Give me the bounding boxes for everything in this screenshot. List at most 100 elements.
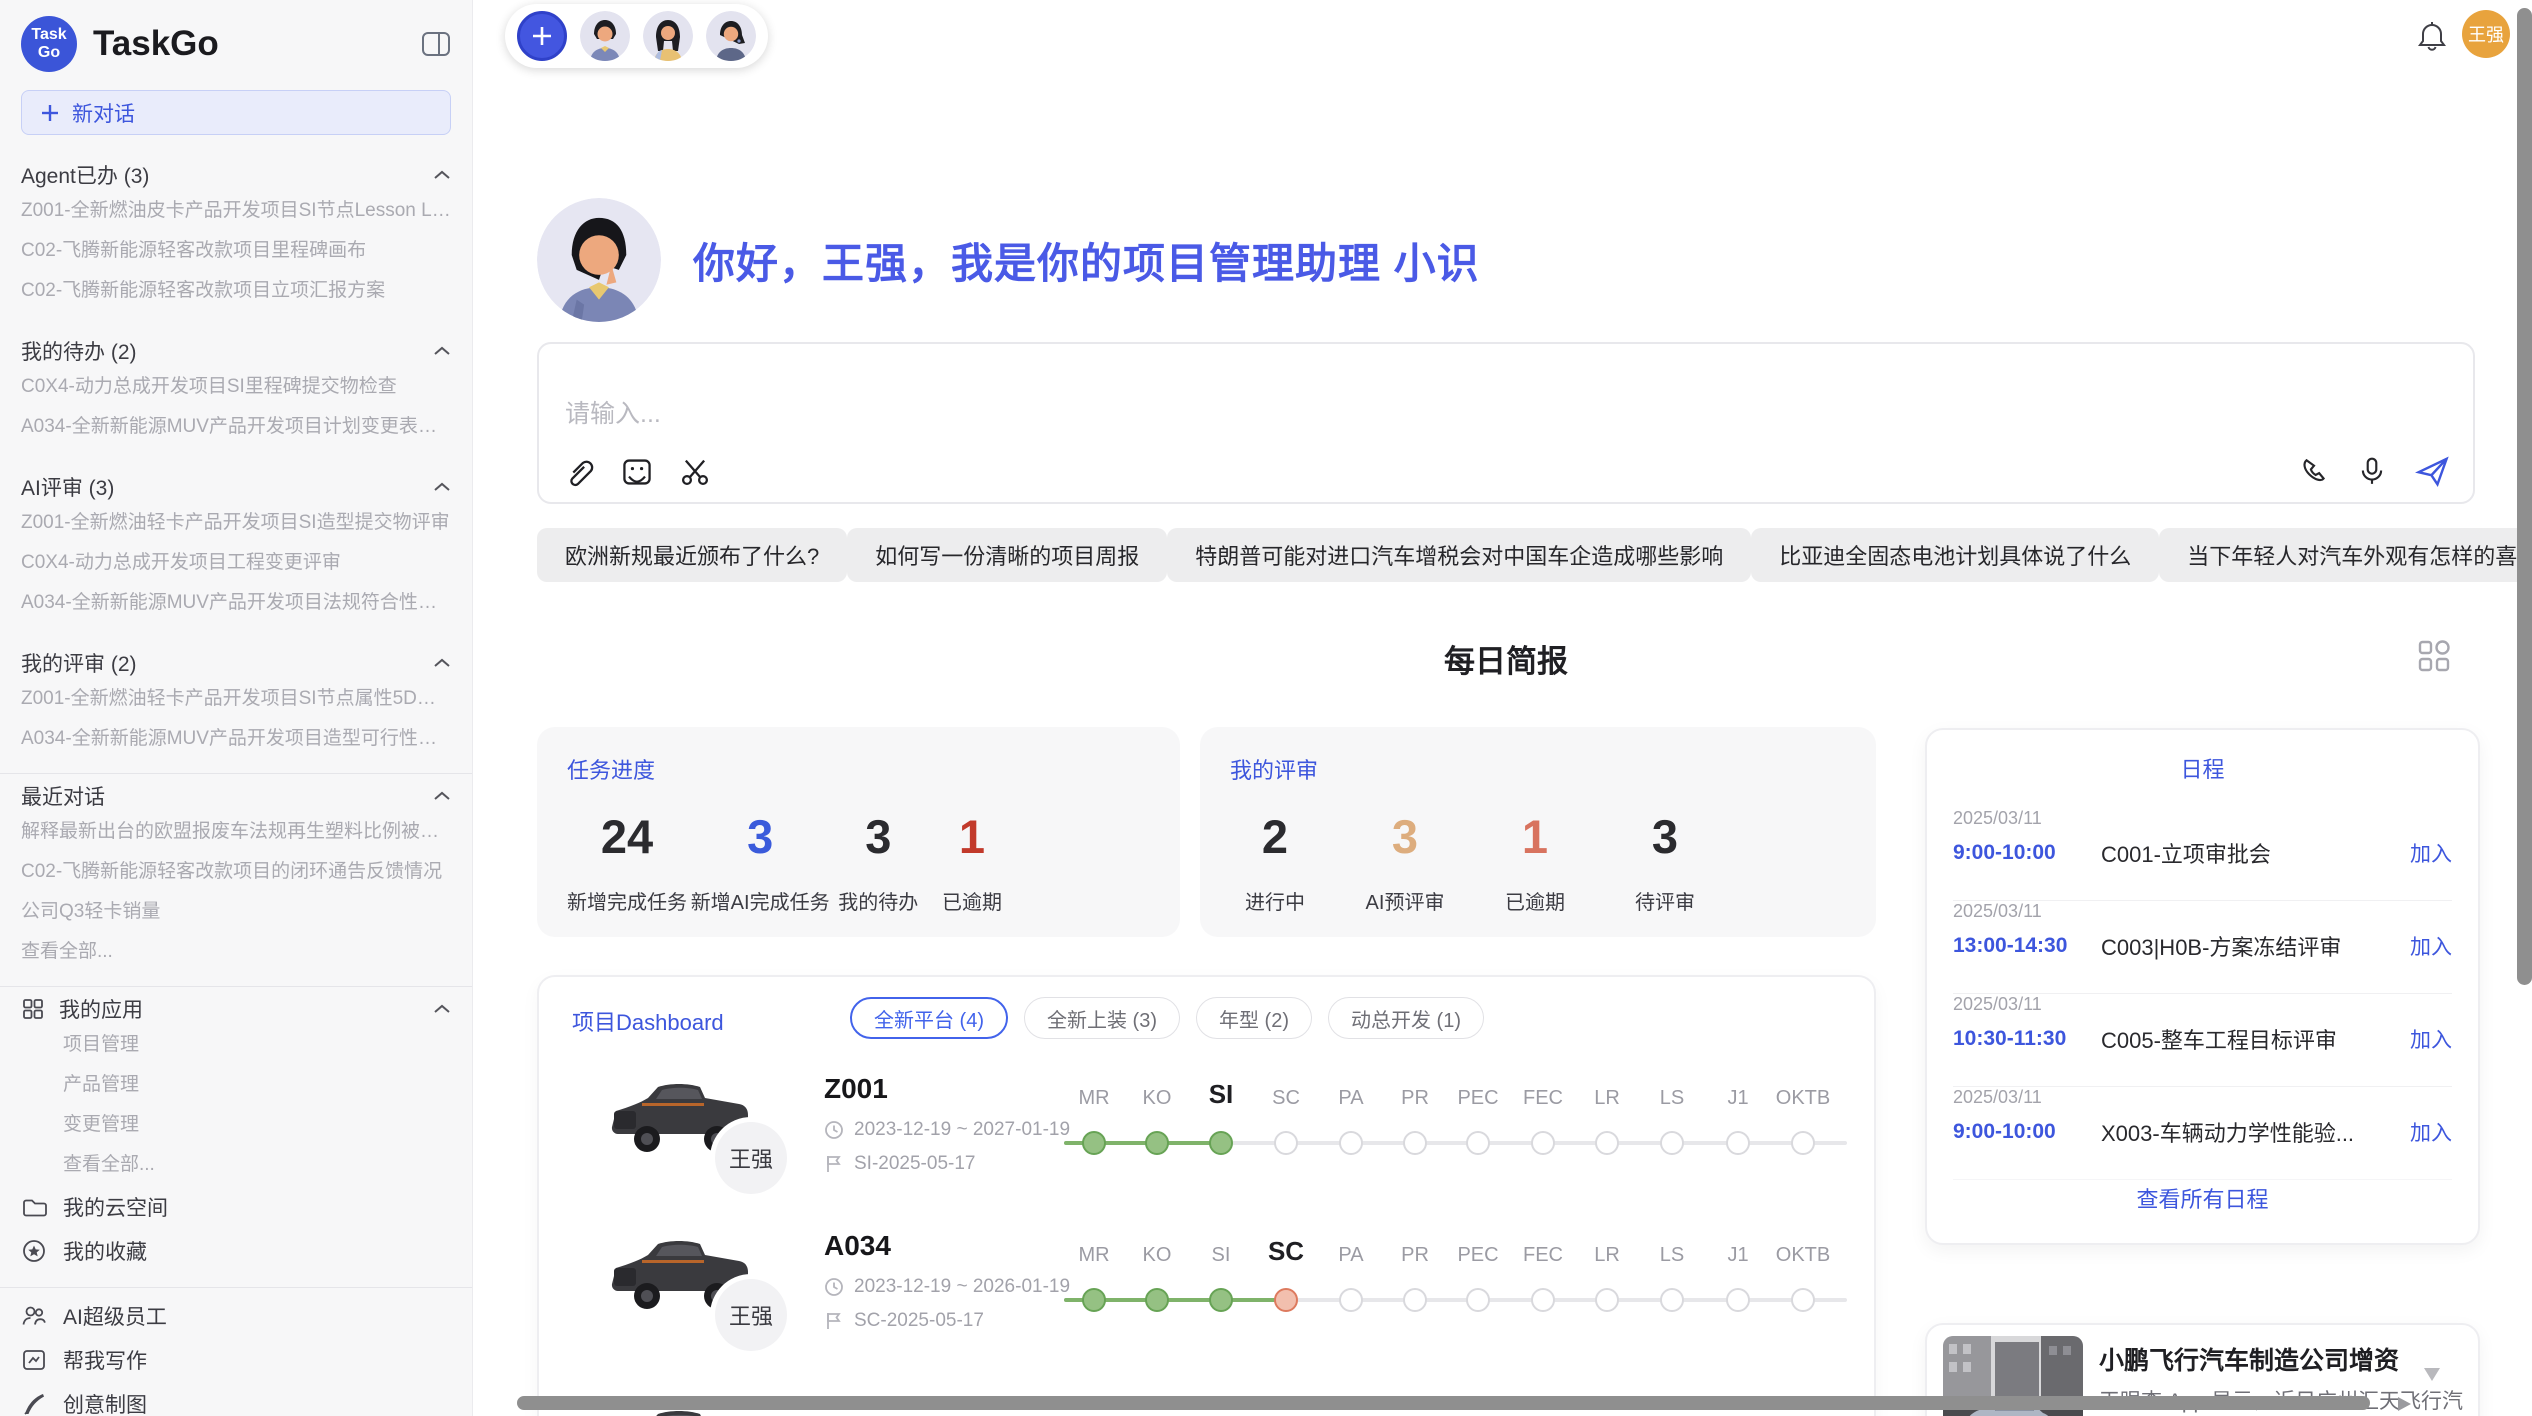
session-avatar-1[interactable] — [580, 11, 630, 61]
assistant-avatar — [537, 198, 661, 322]
event-time: 10:30-11:30 — [1953, 1027, 2101, 1051]
section-header-ai-review[interactable]: AI评审 (3) — [21, 471, 451, 503]
sidebar-item-cloud-space[interactable]: 我的云空间 — [21, 1185, 451, 1229]
join-button[interactable]: 加入 — [2410, 1024, 2452, 1054]
node-text: SC-2025-05-17 — [854, 1310, 984, 1332]
section-header-agent-done[interactable]: Agent已办 (3) — [21, 159, 451, 191]
milestone-label-current: SI — [1209, 1079, 1234, 1110]
suggestion-chip[interactable]: 特朗普可能对进口汽车增税会对中国车企造成哪些影响 — [1167, 528, 1751, 582]
clock-icon — [824, 1277, 844, 1297]
sidebar-item-creative-drawing[interactable]: 创意制图 — [21, 1382, 451, 1416]
milestone-dot — [1403, 1131, 1427, 1155]
sidebar-item[interactable]: C02-飞腾新能源轻客改款项目里程碑画布 — [21, 231, 451, 271]
stat-value: 2 — [1262, 809, 1288, 864]
user-avatar[interactable]: 王强 — [2462, 10, 2510, 58]
sidebar-item[interactable]: Z001-全新燃油皮卡产品开发项目SI节点Lesson Learn报告 — [21, 191, 451, 231]
milestone-dot — [1531, 1131, 1555, 1155]
event-date: 2025/03/11 — [1953, 1087, 2452, 1108]
schedule-event: 2025/03/11 9:00-10:00 X003-车辆动力学性能验... 加… — [1953, 1087, 2452, 1180]
recent-view-all[interactable]: 查看全部... — [21, 932, 451, 972]
join-button[interactable]: 加入 — [2410, 931, 2452, 961]
stat-value: 3 — [865, 809, 891, 864]
sidebar-item[interactable]: C0X4-动力总成开发项目工程变更评审 — [21, 543, 451, 583]
milestone-label: LS — [1660, 1087, 1684, 1110]
scroll-down-arrow[interactable] — [2424, 1368, 2440, 1381]
chat-input[interactable] — [565, 392, 2065, 436]
filter-all-new-platform[interactable]: 全新平台 (4) — [850, 997, 1008, 1039]
session-switcher — [505, 4, 768, 68]
filter-model-year[interactable]: 年型 (2) — [1196, 997, 1312, 1039]
milestone-label: PR — [1401, 1087, 1429, 1110]
stat-overdue: 1 已逾期 — [927, 809, 1017, 915]
sidebar: Task Go TaskGo 新对话 Agent已办 (3) Z001-全新燃油… — [0, 0, 473, 1416]
divider — [0, 986, 472, 987]
new-chat-button[interactable]: 新对话 — [21, 90, 451, 135]
milestone-dot — [1660, 1131, 1684, 1155]
briefing-layout-icon[interactable] — [2416, 638, 2452, 674]
filter-new-upfit[interactable]: 全新上装 (3) — [1024, 997, 1180, 1039]
sidebar-item[interactable]: Z001-全新燃油轻卡产品开发项目SI节点属性5D文件评审 — [21, 679, 451, 719]
join-button[interactable]: 加入 — [2410, 1117, 2452, 1147]
project-row-a034[interactable]: 王强 A034 2023-12-19 ~ 2026-01-19 SC-2025-… — [539, 1222, 1874, 1372]
session-avatar-2[interactable] — [643, 11, 693, 61]
sidebar-item-ai-super-staff[interactable]: AI超级员工 — [21, 1294, 451, 1338]
recent-chat-item[interactable]: C02-飞腾新能源轻客改款项目的闭环通告反馈情况 — [21, 852, 451, 892]
node-text: SI-2025-05-17 — [854, 1153, 975, 1175]
recent-chat-item[interactable]: 公司Q3轻卡销量 — [21, 892, 451, 932]
sidebar-collapse-icon[interactable] — [421, 31, 451, 57]
scroll-right-arrow[interactable] — [2398, 1397, 2411, 1411]
event-name: C005-整车工程目标评审 — [2101, 1023, 2410, 1055]
sidebar-item[interactable]: A034-全新新能源MUV产品开发项目法规符合性评审 — [21, 583, 451, 623]
section-header-my-review[interactable]: 我的评审 (2) — [21, 647, 451, 679]
add-session-button[interactable] — [517, 11, 567, 61]
scissors-icon[interactable] — [679, 456, 711, 488]
write-icon — [21, 1347, 47, 1373]
project-row-z001[interactable]: 王强 Z001 2023-12-19 ~ 2027-01-19 SI-2025-… — [539, 1065, 1874, 1215]
sidebar-item-help-me-write[interactable]: 帮我写作 — [21, 1338, 451, 1382]
notifications-bell-icon[interactable] — [2416, 20, 2448, 54]
section-header-my-apps[interactable]: 我的应用 — [21, 993, 451, 1025]
stat-my-todo: 3 我的待办 — [833, 809, 923, 915]
horizontal-scrollbar[interactable] — [517, 1396, 2370, 1410]
sidebar-item[interactable]: C02-飞腾新能源轻客改款项目立项汇报方案 — [21, 271, 451, 311]
image-icon[interactable] — [621, 456, 653, 488]
view-all-schedule-link[interactable]: 查看所有日程 — [1927, 1182, 2478, 1214]
milestone-dot — [1595, 1131, 1619, 1155]
milestone-label: PEC — [1457, 1087, 1498, 1110]
sidebar-item[interactable]: Z001-全新燃油轻卡产品开发项目SI造型提交物评审 — [21, 503, 451, 543]
project-date-range: 2023-12-19 ~ 2027-01-19 — [824, 1119, 1070, 1141]
schedule-event: 2025/03/11 13:00-14:30 C003|H0B-方案冻结评审 加… — [1953, 901, 2452, 994]
section-header-my-todo[interactable]: 我的待办 (2) — [21, 335, 451, 367]
microphone-icon[interactable] — [2357, 456, 2387, 486]
app-item-change-mgmt[interactable]: 变更管理 — [21, 1105, 451, 1145]
my-review-stats: 2 进行中 3 AI预评审 1 已逾期 3 待评审 — [1230, 809, 1710, 915]
filter-powertrain[interactable]: 动总开发 (1) — [1328, 997, 1484, 1039]
suggestion-chip[interactable]: 比亚迪全固态电池计划具体说了什么 — [1751, 528, 2159, 582]
event-date: 2025/03/11 — [1953, 808, 2452, 829]
app-item-project-mgmt[interactable]: 项目管理 — [21, 1025, 451, 1065]
join-button[interactable]: 加入 — [2410, 838, 2452, 868]
stat-value: 1 — [1522, 809, 1548, 864]
stat-label: 进行中 — [1245, 886, 1305, 915]
apps-view-all[interactable]: 查看全部... — [21, 1145, 451, 1185]
sidebar-item[interactable]: A034-全新新能源MUV产品开发项目造型可行性评审 — [21, 719, 451, 759]
milestone-dot-done — [1209, 1288, 1233, 1312]
send-icon[interactable] — [2415, 454, 2449, 488]
recent-chat-item[interactable]: 解释最新出台的欧盟报废车法规再生塑料比例被调至15%... — [21, 812, 451, 852]
suggestion-chip[interactable]: 欧洲新规最近颁布了什么? — [537, 528, 847, 582]
stat-value: 3 — [1652, 809, 1678, 864]
milestone-dot — [1339, 1131, 1363, 1155]
phone-icon[interactable] — [2299, 456, 2329, 486]
milestone-label-current: SC — [1268, 1236, 1304, 1267]
app-item-product-mgmt[interactable]: 产品管理 — [21, 1065, 451, 1105]
sidebar-item-favorites[interactable]: 我的收藏 — [21, 1229, 451, 1273]
suggestion-chip[interactable]: 如何写一份清晰的项目周报 — [847, 528, 1167, 582]
session-avatar-3[interactable] — [706, 11, 756, 61]
suggestion-chip[interactable]: 当下年轻人对汽车外观有怎样的喜好趋势 — [2159, 528, 2532, 582]
sidebar-item[interactable]: C0X4-动力总成开发项目SI里程碑提交物检查 — [21, 367, 451, 407]
attachment-icon[interactable] — [563, 456, 595, 488]
section-header-recent-chats[interactable]: 最近对话 — [21, 780, 451, 812]
sidebar-item[interactable]: A034-全新新能源MUV产品开发项目计划变更表编写 — [21, 407, 451, 447]
composer-left-tools — [563, 456, 711, 488]
vertical-scrollbar[interactable] — [2517, 8, 2532, 985]
